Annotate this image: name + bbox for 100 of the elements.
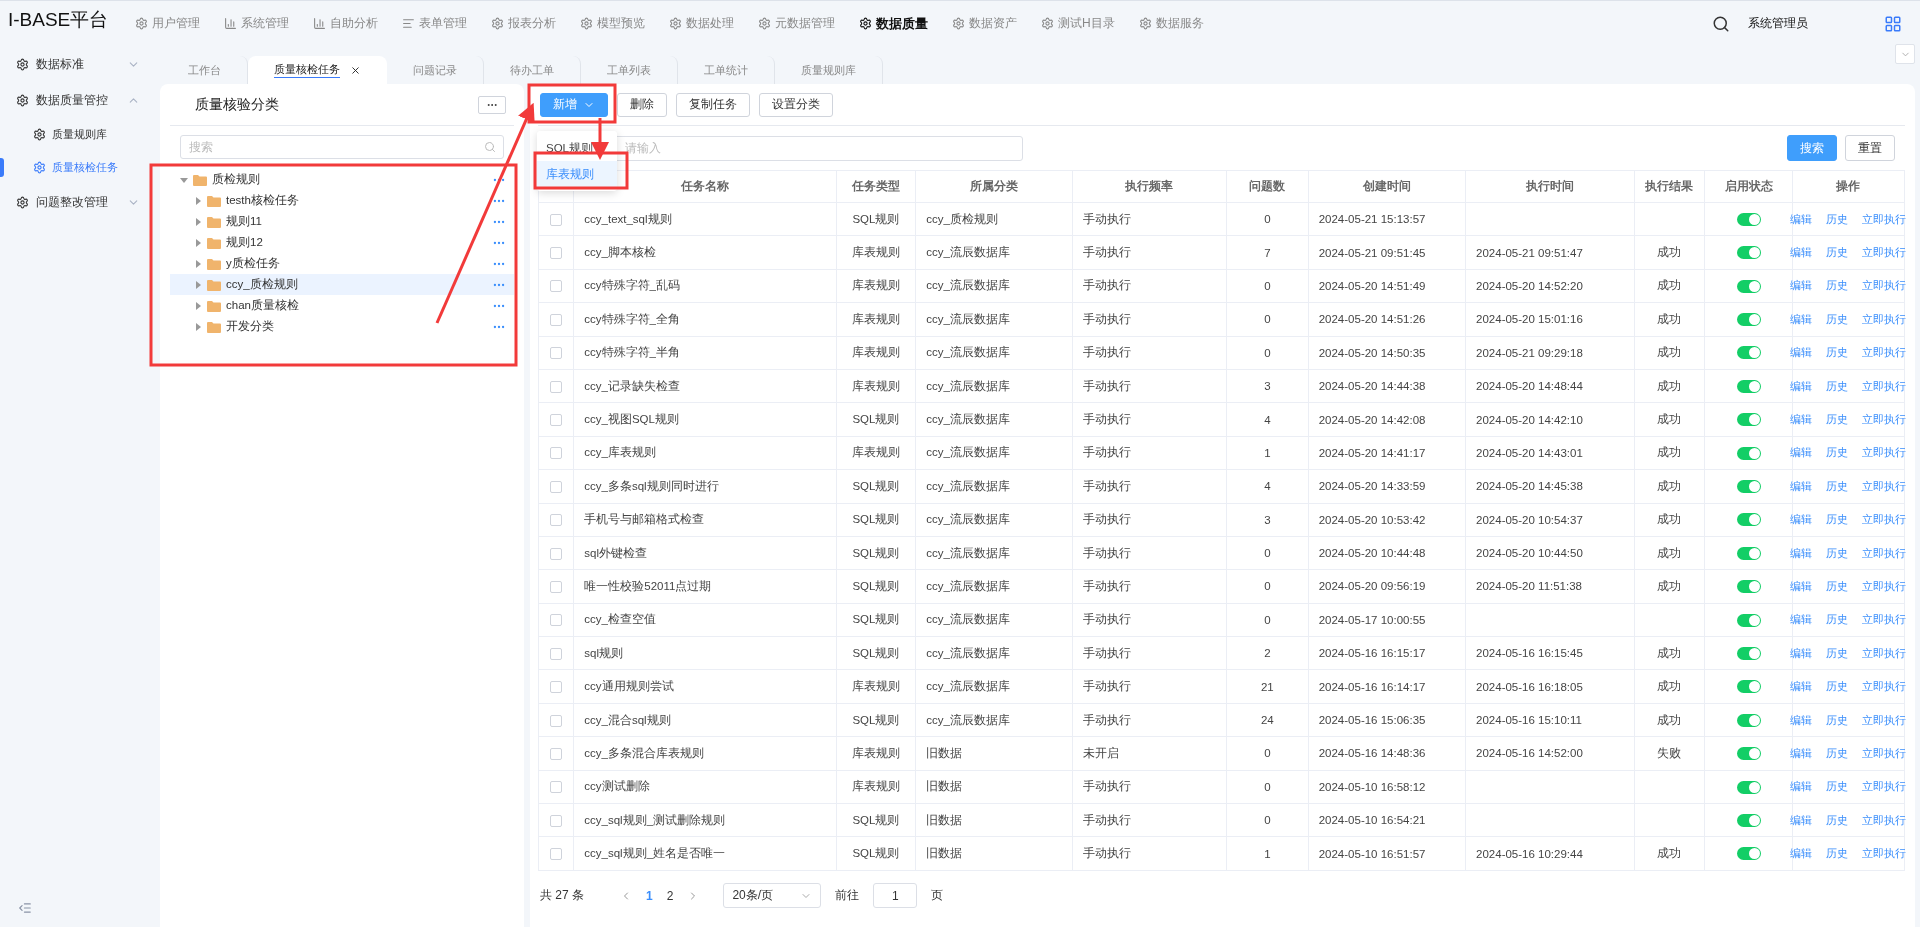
action-link[interactable]: 立即执行 bbox=[1862, 812, 1907, 828]
nav-item[interactable]: 数据质量 bbox=[859, 14, 928, 33]
action-link[interactable]: 编辑 bbox=[1790, 378, 1813, 394]
tree-node[interactable]: testh核检任务 bbox=[170, 190, 514, 211]
sidebar-item[interactable]: 质量规则库 bbox=[0, 118, 160, 151]
action-link[interactable]: 编辑 bbox=[1790, 245, 1813, 261]
action-link[interactable]: 立即执行 bbox=[1862, 545, 1907, 561]
nav-item[interactable]: 数据资产 bbox=[952, 15, 1017, 32]
action-link[interactable]: 编辑 bbox=[1790, 779, 1813, 795]
action-link[interactable]: 历史 bbox=[1826, 378, 1849, 394]
caret-right-icon[interactable] bbox=[194, 322, 202, 331]
caret-right-icon[interactable] bbox=[194, 196, 202, 205]
action-link[interactable]: 立即执行 bbox=[1862, 846, 1907, 862]
tree-node[interactable]: 规则12 bbox=[170, 232, 514, 253]
sidebar-group[interactable]: 问题整改管理 bbox=[0, 184, 160, 220]
sidebar-group[interactable]: 数据质量管控 bbox=[0, 82, 160, 118]
action-link[interactable]: 编辑 bbox=[1790, 745, 1813, 761]
more-button[interactable] bbox=[478, 95, 506, 114]
action-link[interactable]: 立即执行 bbox=[1862, 712, 1907, 728]
page-number[interactable]: 1 bbox=[646, 888, 653, 903]
caret-down-icon[interactable] bbox=[180, 175, 188, 184]
action-link[interactable]: 历史 bbox=[1826, 579, 1849, 594]
row-checkbox[interactable] bbox=[550, 848, 563, 861]
row-checkbox[interactable] bbox=[550, 781, 563, 794]
status-switch[interactable] bbox=[1736, 246, 1761, 260]
row-checkbox[interactable] bbox=[550, 814, 563, 827]
action-link[interactable]: 历史 bbox=[1826, 245, 1849, 261]
row-checkbox[interactable] bbox=[550, 614, 563, 627]
action-link[interactable]: 立即执行 bbox=[1862, 679, 1907, 695]
action-link[interactable]: 立即执行 bbox=[1862, 645, 1907, 661]
action-link[interactable]: 历史 bbox=[1826, 512, 1849, 528]
action-link[interactable]: 编辑 bbox=[1790, 211, 1813, 227]
row-checkbox[interactable] bbox=[550, 681, 563, 694]
page-number[interactable]: 2 bbox=[666, 888, 674, 903]
status-switch[interactable] bbox=[1736, 647, 1761, 660]
action-link[interactable]: 立即执行 bbox=[1862, 612, 1907, 628]
action-link[interactable]: 历史 bbox=[1826, 478, 1849, 494]
row-checkbox[interactable] bbox=[550, 447, 563, 460]
row-checkbox[interactable] bbox=[550, 580, 563, 593]
caret-right-icon[interactable] bbox=[194, 259, 202, 268]
action-link[interactable]: 编辑 bbox=[1790, 846, 1813, 862]
row-checkbox[interactable] bbox=[550, 414, 563, 426]
sidebar-group[interactable]: 数据标准 bbox=[0, 46, 160, 82]
action-link[interactable]: 立即执行 bbox=[1862, 278, 1907, 294]
action-link[interactable]: 历史 bbox=[1826, 412, 1849, 428]
row-checkbox[interactable] bbox=[550, 747, 563, 760]
action-link[interactable]: 历史 bbox=[1826, 779, 1849, 795]
status-switch[interactable] bbox=[1736, 346, 1761, 360]
status-switch[interactable] bbox=[1736, 546, 1761, 560]
action-link[interactable]: 立即执行 bbox=[1862, 378, 1907, 394]
tab[interactable]: 质量核检任务 bbox=[248, 56, 387, 84]
status-switch[interactable] bbox=[1736, 212, 1761, 226]
nav-item[interactable]: 用户管理 bbox=[135, 15, 200, 32]
action-link[interactable]: 编辑 bbox=[1790, 278, 1813, 294]
sidebar-item[interactable]: 质量核检任务 bbox=[0, 151, 160, 184]
status-switch[interactable] bbox=[1736, 413, 1761, 427]
action-link[interactable]: 立即执行 bbox=[1862, 345, 1907, 361]
action-link[interactable]: 立即执行 bbox=[1862, 245, 1907, 261]
action-link[interactable]: 历史 bbox=[1826, 846, 1849, 862]
status-switch[interactable] bbox=[1736, 613, 1761, 627]
page-input[interactable]: 1 bbox=[873, 883, 918, 909]
action-link[interactable]: 编辑 bbox=[1790, 412, 1813, 428]
toolbar-button[interactable]: 删除 bbox=[617, 92, 667, 117]
status-switch[interactable] bbox=[1736, 780, 1761, 794]
action-link[interactable]: 立即执行 bbox=[1862, 412, 1907, 428]
action-link[interactable]: 立即执行 bbox=[1862, 445, 1907, 461]
action-link[interactable]: 立即执行 bbox=[1862, 478, 1907, 494]
search-field[interactable]: 搜索 bbox=[180, 135, 504, 159]
nav-item[interactable]: 数据服务 bbox=[1138, 15, 1204, 32]
row-checkbox[interactable] bbox=[550, 480, 563, 493]
action-link[interactable]: 历史 bbox=[1826, 311, 1849, 327]
nav-item[interactable]: 表单管理 bbox=[402, 15, 467, 32]
action-link[interactable]: 历史 bbox=[1826, 211, 1849, 227]
status-switch[interactable] bbox=[1736, 747, 1761, 761]
search-icon[interactable] bbox=[1712, 14, 1730, 33]
status-switch[interactable] bbox=[1736, 279, 1761, 293]
add-button[interactable]: 新增 bbox=[540, 92, 608, 117]
action-link[interactable]: 编辑 bbox=[1790, 345, 1813, 361]
nav-item[interactable]: 元数据管理 bbox=[758, 15, 835, 32]
action-link[interactable]: 历史 bbox=[1826, 712, 1849, 728]
status-switch[interactable] bbox=[1736, 480, 1761, 494]
nav-item[interactable]: 测试H目录 bbox=[1041, 15, 1115, 32]
row-checkbox[interactable] bbox=[550, 514, 563, 527]
tree-node[interactable]: chan质量核检 bbox=[170, 295, 514, 316]
toolbar-button[interactable]: 复制任务 bbox=[676, 92, 750, 117]
caret-right-icon[interactable] bbox=[194, 217, 202, 226]
toolbar-button[interactable]: 设置分类 bbox=[759, 92, 833, 117]
row-checkbox[interactable] bbox=[550, 547, 563, 560]
status-switch[interactable] bbox=[1736, 847, 1761, 861]
nav-item[interactable]: 自助分析 bbox=[313, 15, 378, 32]
user-name[interactable]: 系统管理员 bbox=[1748, 15, 1808, 32]
action-link[interactable]: 编辑 bbox=[1790, 311, 1813, 327]
tabs-dropdown-button[interactable] bbox=[1895, 44, 1915, 64]
status-switch[interactable] bbox=[1736, 446, 1761, 460]
nav-item[interactable]: 报表分析 bbox=[491, 15, 556, 32]
action-link[interactable]: 编辑 bbox=[1790, 812, 1813, 828]
action-link[interactable]: 历史 bbox=[1826, 645, 1849, 661]
status-switch[interactable] bbox=[1736, 680, 1761, 694]
row-checkbox[interactable] bbox=[550, 347, 563, 360]
action-link[interactable]: 立即执行 bbox=[1862, 779, 1907, 795]
